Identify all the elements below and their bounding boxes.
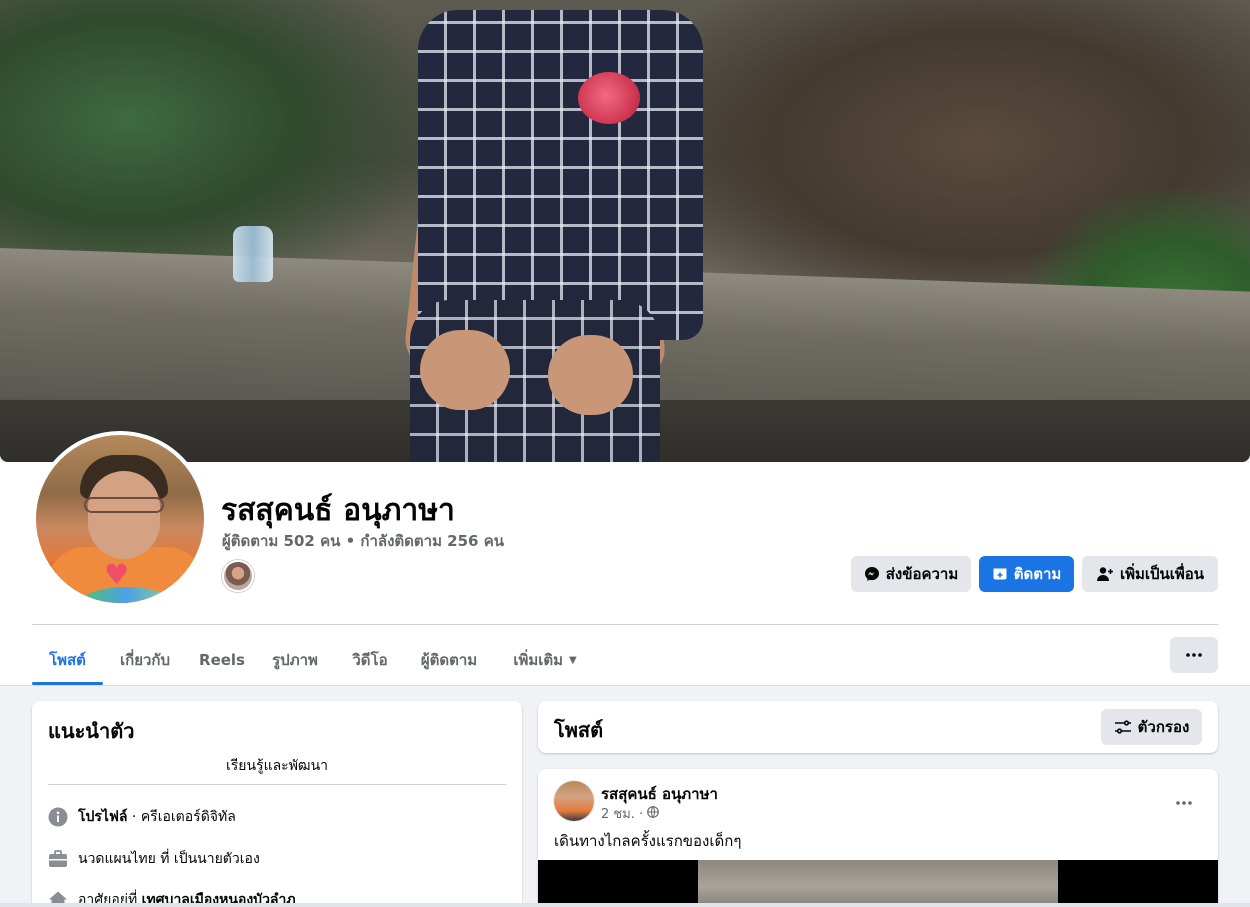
tab-photos[interactable]: รูปภาพ xyxy=(260,636,330,684)
add-friend-icon xyxy=(1096,566,1114,582)
ellipsis-icon xyxy=(1176,790,1192,809)
intro-divider xyxy=(48,784,506,785)
posts-header-title: โพสต์ xyxy=(554,718,604,742)
briefcase-icon xyxy=(48,849,68,869)
posts-header-card: โพสต์ ตัวกรอง xyxy=(538,701,1218,753)
avatar-glasses xyxy=(84,497,164,513)
post-photo xyxy=(698,860,1058,907)
post-text: เดินทางไกลครั้งแรกของเด็กๆ xyxy=(554,832,742,850)
intro-bio: เรียนรู้และพัฒนา xyxy=(225,758,329,774)
tab-posts[interactable]: โพสต์ xyxy=(32,636,103,684)
intro-title: แนะนำตัว xyxy=(48,719,135,743)
filter-sliders-icon xyxy=(1114,719,1132,735)
tab-about[interactable]: เกี่ยวกับ xyxy=(108,636,182,684)
cover-flower-brooch xyxy=(578,72,640,124)
cover-child-hand-right xyxy=(548,335,633,415)
ellipsis-icon xyxy=(1186,653,1202,657)
tab-followers[interactable]: ผู้ติดตาม xyxy=(408,636,490,684)
filter-button[interactable]: ตัวกรอง xyxy=(1101,709,1202,745)
post-media[interactable] xyxy=(538,860,1218,907)
add-friend-button-label: เพิ่มเป็นเพื่อน xyxy=(1119,565,1205,583)
intro-profile-label: โปรไฟล์ xyxy=(78,809,128,825)
cover-water-bottle xyxy=(233,226,273,282)
tab-videos[interactable]: วิดีโอ xyxy=(342,636,398,684)
post-options-button[interactable] xyxy=(1168,785,1200,813)
follow-icon xyxy=(992,566,1008,582)
intro-profile-row: โปรไฟล์ · ครีเอเตอร์ดิจิทัล xyxy=(48,805,236,829)
cover-child-hand-left xyxy=(420,330,510,410)
messenger-icon xyxy=(864,566,880,582)
post-author-avatar[interactable] xyxy=(554,781,594,821)
post-timestamp[interactable]: 2 ชม. · xyxy=(601,803,643,824)
cover-child-dress xyxy=(418,10,703,340)
intro-work-row: นวดแผนไทย ที่ เป็นนายตัวเอง xyxy=(48,847,260,871)
info-icon xyxy=(48,807,68,827)
tab-more[interactable]: เพิ่มเติม ▼ xyxy=(500,636,590,684)
avatar-face xyxy=(88,471,160,559)
profile-follow-stats[interactable]: ผู้ติดตาม 502 คน • กำลังติดตาม 256 คน xyxy=(222,529,504,553)
viewport-bottom-edge xyxy=(0,903,1250,907)
cover-photo[interactable] xyxy=(0,0,1250,462)
tab-more-label: เพิ่มเติม xyxy=(513,651,563,669)
header-divider xyxy=(32,624,1218,625)
intro-work-text: นวดแผนไทย ที่ เป็นนายตัวเอง xyxy=(78,851,260,867)
globe-icon xyxy=(647,805,660,822)
intro-profile-value: · ครีเอเตอร์ดิจิทัล xyxy=(127,809,236,825)
message-button[interactable]: ส่งข้อความ xyxy=(851,556,971,592)
intro-card: แนะนำตัว เรียนรู้และพัฒนา โปรไฟล์ · ครีเ… xyxy=(32,701,522,907)
follow-button[interactable]: ติดตาม xyxy=(979,556,1074,592)
heart-icon: ♥ xyxy=(104,558,130,591)
mutual-friend-avatar[interactable] xyxy=(222,560,254,592)
profile-avatar[interactable]: ♥ xyxy=(32,431,208,607)
add-friend-button[interactable]: เพิ่มเป็นเพื่อน xyxy=(1082,556,1218,592)
active-tab-indicator xyxy=(32,682,103,685)
message-button-label: ส่งข้อความ xyxy=(885,565,959,583)
tab-reels[interactable]: Reels xyxy=(194,636,250,684)
profile-name: รสสุคนธ์ อนุภาษา xyxy=(221,493,455,528)
caret-down-icon: ▼ xyxy=(568,654,577,666)
more-options-button[interactable] xyxy=(1170,637,1218,673)
follow-button-label: ติดตาม xyxy=(1013,565,1062,583)
post-card: รสสุคนธ์ อนุภาษา 2 ชม. · เดินทางไกลครั้ง… xyxy=(538,769,1218,907)
post-meta: 2 ชม. · xyxy=(601,803,660,824)
filter-button-label: ตัวกรอง xyxy=(1137,718,1190,736)
